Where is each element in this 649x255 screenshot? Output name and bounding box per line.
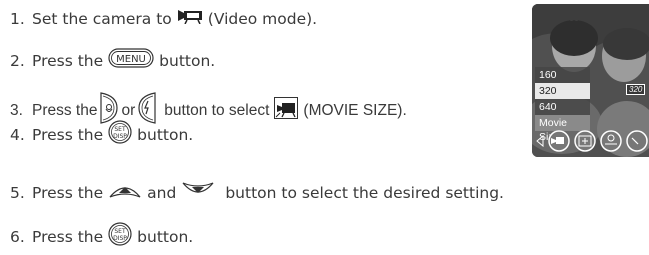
step-number: 4.: [10, 125, 25, 144]
step-number: 6.: [10, 227, 25, 246]
step-5: 5. Press the and button to select the de…: [10, 180, 504, 205]
step-text: button.: [137, 125, 194, 144]
step-text: Set the camera to: [32, 9, 172, 28]
step-number: 1.: [10, 9, 25, 28]
video-mode-icon: [177, 8, 203, 29]
menu-option-320: 320: [535, 83, 590, 99]
set-label: SET: [115, 126, 127, 133]
step-text: Press the: [32, 125, 104, 144]
set-disp-button-icon: SET DISP: [108, 222, 132, 251]
step-text: (Video mode).: [207, 9, 318, 28]
step-text: button.: [137, 227, 194, 246]
up-button-icon: [108, 180, 142, 205]
lcd-icon-strip: [536, 130, 648, 152]
step-text: or: [121, 102, 136, 119]
step-text: Press the: [32, 183, 104, 202]
step-text: Press the: [32, 102, 98, 119]
camera-lcd-screen: 160 320 640 Movie Size 320: [532, 4, 649, 157]
step-2: 2. Press the MENU button.: [10, 48, 215, 73]
step-number: 2.: [10, 51, 25, 70]
next-icon: [626, 130, 648, 152]
set-label: SET: [115, 228, 127, 235]
step-text: Press the: [32, 227, 104, 246]
menu-option-640: 640: [539, 101, 557, 113]
step-6: 6. Press the SET DISP button.: [10, 222, 193, 251]
disp-label: DISP: [113, 133, 127, 140]
step-number: 3.: [10, 102, 23, 119]
left-arrow-icon: [536, 134, 544, 148]
step-text: button to select: [164, 102, 270, 119]
disp-label: DISP: [113, 235, 127, 242]
step-text: button.: [159, 51, 216, 70]
exposure-icon: [574, 130, 596, 152]
step-text: button to select the desired setting.: [225, 183, 504, 202]
menu-button-icon: MENU: [108, 48, 154, 73]
step-4: 4. Press the SET DISP button.: [10, 120, 193, 149]
step-number: 5.: [10, 183, 25, 202]
white-balance-icon: [600, 130, 622, 152]
set-disp-button-icon: SET DISP: [108, 120, 132, 149]
step-text: (MOVIE SIZE).: [303, 102, 407, 119]
size-indicator: 320: [626, 84, 646, 95]
movie-size-menu: 160 320 640 Movie Size: [535, 67, 590, 143]
step-text: and: [147, 183, 177, 202]
movie-size-icon: [548, 130, 570, 152]
step-1: 1. Set the camera to (Video mode).: [10, 8, 317, 29]
movie-size-icon: [274, 97, 299, 125]
down-button-icon: [181, 180, 215, 205]
step-text: Press the: [32, 51, 104, 70]
menu-button-label: MENU: [116, 54, 146, 65]
menu-option-160: 160: [539, 69, 557, 81]
